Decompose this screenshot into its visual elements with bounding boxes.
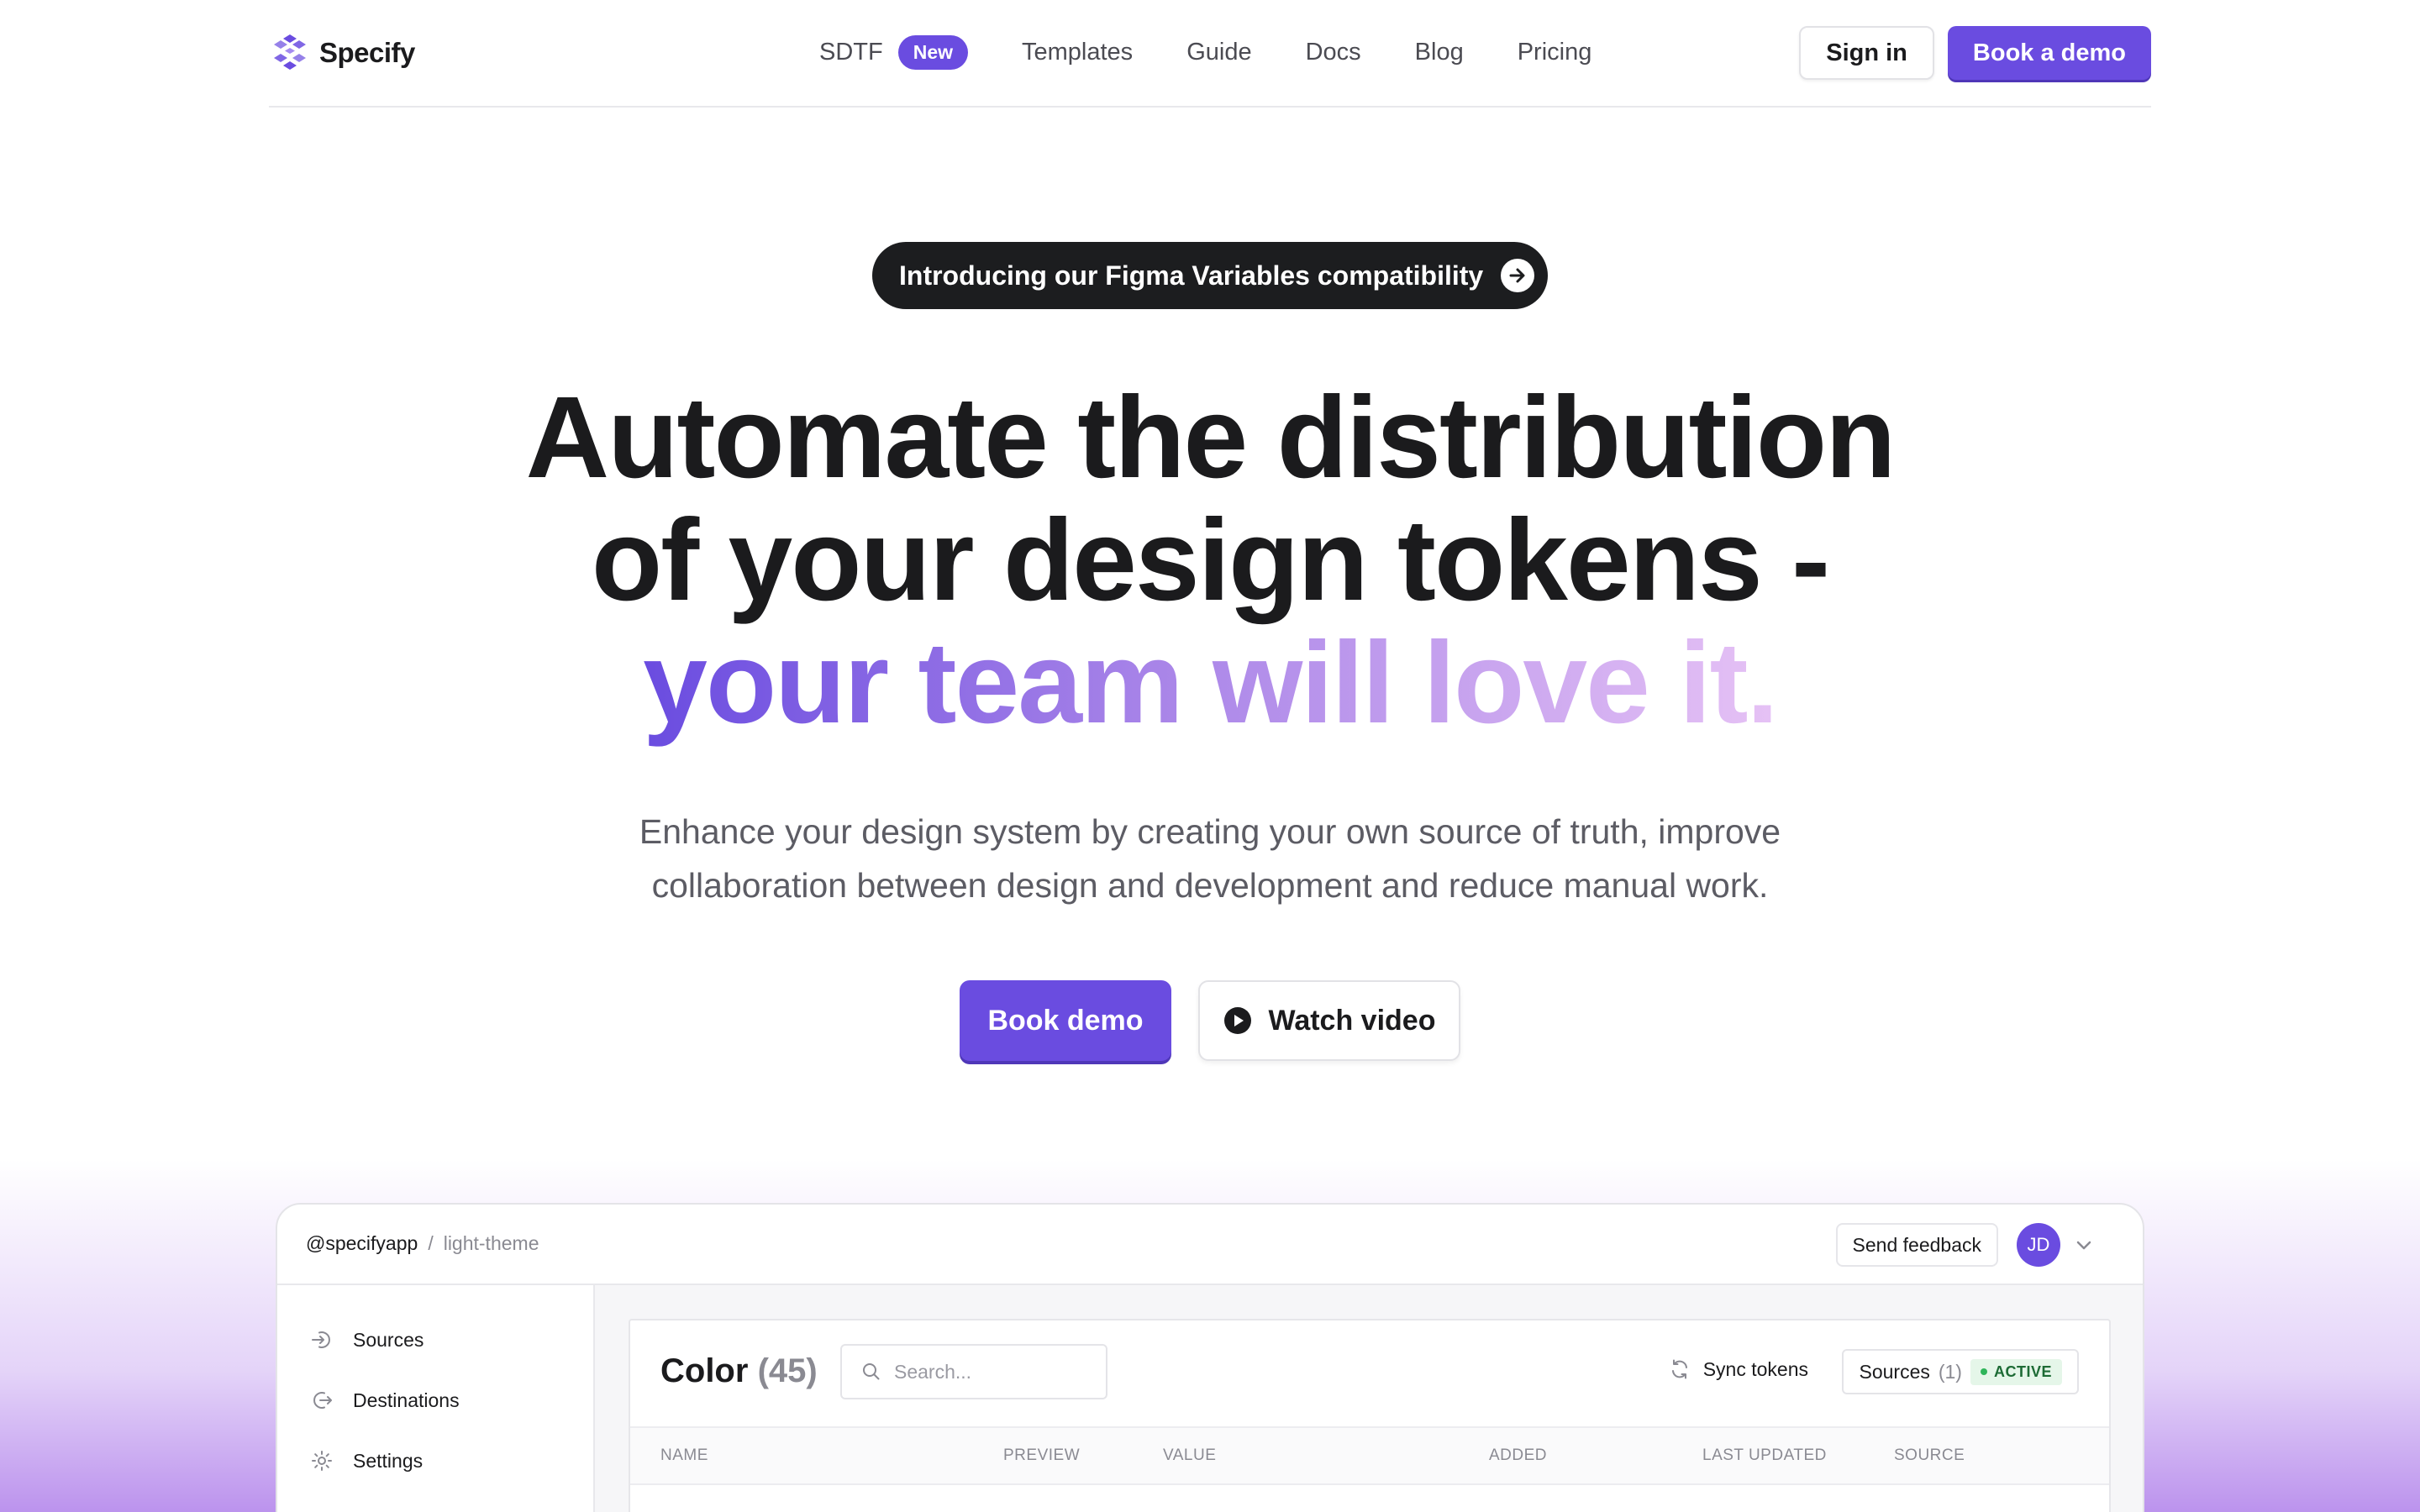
headline-line-3: your team will love it.: [643, 618, 1779, 748]
main-nav: SDTF New Templates Guide Docs Blog Prici…: [819, 35, 1645, 70]
sources-label: Sources: [1859, 1360, 1930, 1383]
sign-out-icon: [313, 1392, 332, 1409]
nav-item-templates[interactable]: Templates: [1022, 39, 1133, 66]
hero-cta-row: Book demo Watch video: [960, 980, 1460, 1061]
panel-title-text: Color: [660, 1352, 749, 1389]
specify-logo-icon: [274, 34, 306, 70]
hero-subtitle: Enhance your design system by creating y…: [639, 812, 1781, 905]
watch-video-label: Watch video: [1268, 1004, 1436, 1037]
app-topbar: @specifyapp / light-theme Send feedback …: [277, 1205, 2143, 1285]
panel-title-count: (45): [757, 1352, 818, 1389]
nav-item-sdtf[interactable]: SDTF New: [819, 35, 969, 70]
sidebar-item-settings[interactable]: Settings: [309, 1448, 423, 1473]
search-input[interactable]: Search...: [840, 1344, 1107, 1399]
breadcrumb: @specifyapp / light-theme: [306, 1232, 539, 1255]
breadcrumb-separator: /: [428, 1232, 434, 1254]
nav-item-label: SDTF: [819, 39, 883, 66]
hero-headline: Automate the distribution of your design…: [0, 376, 2420, 744]
sidebar-item-label: Destinations: [353, 1389, 460, 1411]
column-header-name[interactable]: NAME: [660, 1446, 708, 1465]
app-preview: @specifyapp / light-theme Send feedback …: [276, 1203, 2144, 1512]
nav-item-pricing[interactable]: Pricing: [1518, 39, 1592, 66]
sign-in-button[interactable]: Sign in: [1799, 26, 1934, 80]
watch-video-button[interactable]: Watch video: [1198, 980, 1460, 1061]
new-badge: New: [897, 35, 969, 70]
headline-line-2: of your design tokens -: [591, 496, 1830, 625]
sync-icon: [1671, 1359, 1687, 1379]
column-header-added[interactable]: ADDED: [1489, 1446, 1547, 1465]
tokens-panel: Color (45) Search... Sync tokens Sources: [629, 1319, 2111, 1512]
sidebar-item-destinations[interactable]: Destinations: [309, 1388, 460, 1413]
panel-title: Color (45): [660, 1352, 818, 1390]
status-dot-icon: [1980, 1368, 1987, 1375]
app-main: Color (45) Search... Sync tokens Sources: [595, 1285, 2143, 1512]
sidebar-item-sources[interactable]: Sources: [309, 1327, 424, 1352]
nav-item-blog[interactable]: Blog: [1415, 39, 1464, 66]
breadcrumb-theme[interactable]: light-theme: [444, 1232, 539, 1255]
headline-line-1: Automate the distribution: [525, 373, 1897, 502]
sync-tokens-label: Sync tokens: [1702, 1357, 1808, 1380]
arrow-right-icon: [1501, 259, 1534, 292]
gear-icon: [312, 1451, 332, 1471]
book-demo-header-button[interactable]: Book a demo: [1947, 26, 2151, 80]
avatar[interactable]: JD: [2017, 1223, 2060, 1267]
book-demo-button[interactable]: Book demo: [960, 980, 1171, 1061]
sources-button[interactable]: Sources (1) ACTIVE: [1842, 1349, 2079, 1394]
column-header-source[interactable]: SOURCE: [1894, 1446, 1965, 1465]
search-placeholder: Search...: [894, 1360, 972, 1383]
header-actions: Sign in Book a demo: [1799, 26, 2151, 80]
column-header-preview[interactable]: PREVIEW: [1003, 1446, 1080, 1465]
brand-logo[interactable]: Specify: [269, 32, 415, 74]
announcement-text: Introducing our Figma Variables compatib…: [899, 260, 1484, 291]
announcement-pill[interactable]: Introducing our Figma Variables compatib…: [872, 242, 1548, 309]
status-badge: ACTIVE: [1970, 1358, 2062, 1385]
brand-name: Specify: [319, 37, 415, 68]
play-icon: [1223, 1007, 1251, 1034]
sources-count: (1): [1938, 1360, 1962, 1383]
search-icon: [863, 1363, 880, 1380]
nav-item-docs[interactable]: Docs: [1306, 39, 1361, 66]
sidebar-item-label: Settings: [353, 1449, 424, 1472]
status-text: ACTIVE: [1993, 1362, 2052, 1380]
sidebar-item-label: Sources: [353, 1328, 424, 1351]
send-feedback-button[interactable]: Send feedback: [1835, 1223, 1998, 1267]
column-header-value[interactable]: VALUE: [1163, 1446, 1216, 1465]
sign-in-icon: [312, 1331, 330, 1348]
nav-item-guide[interactable]: Guide: [1186, 39, 1251, 66]
table-header: NAME PREVIEW VALUE ADDED LAST UPDATED SO…: [630, 1426, 2109, 1485]
column-header-last-updated[interactable]: LAST UPDATED: [1702, 1446, 1827, 1465]
chevron-down-icon[interactable]: [2072, 1233, 2096, 1257]
app-sidebar: Sources Destinations Settings: [277, 1285, 595, 1512]
sync-tokens-button[interactable]: Sync tokens: [1668, 1357, 1808, 1381]
breadcrumb-org[interactable]: @specifyapp: [306, 1232, 418, 1255]
site-header: Specify SDTF New Templates Guide Docs Bl…: [269, 0, 2151, 108]
